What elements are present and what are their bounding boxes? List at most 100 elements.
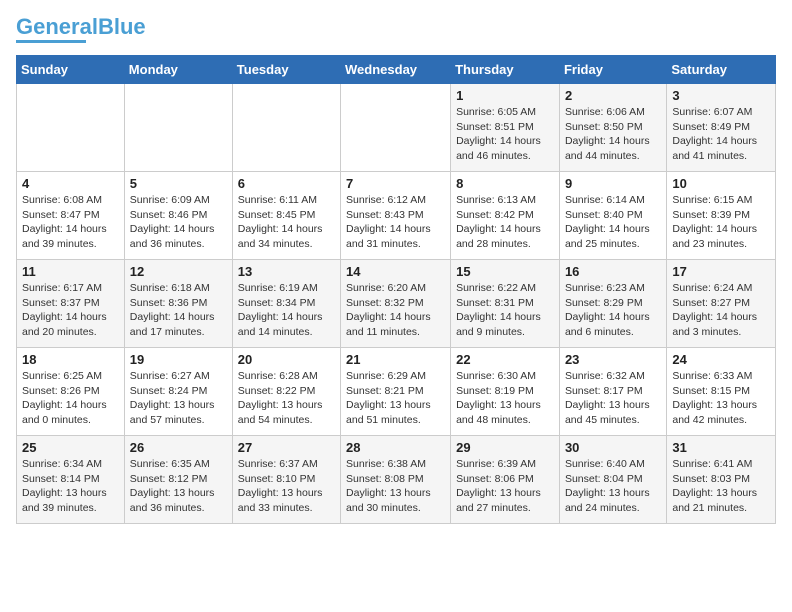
day-info: Sunrise: 6:40 AM Sunset: 8:04 PM Dayligh… [565, 457, 661, 516]
day-number: 20 [238, 352, 335, 367]
calendar-cell: 26Sunrise: 6:35 AM Sunset: 8:12 PM Dayli… [124, 436, 232, 524]
day-info: Sunrise: 6:11 AM Sunset: 8:45 PM Dayligh… [238, 193, 335, 252]
calendar-cell [124, 84, 232, 172]
calendar-cell: 1 Sunrise: 6:05 AM Sunset: 8:51 PM Daylig… [451, 84, 560, 172]
day-info: Sunrise: 6:37 AM Sunset: 8:10 PM Dayligh… [238, 457, 335, 516]
day-info: Sunrise: 6:09 AM Sunset: 8:46 PM Dayligh… [130, 193, 227, 252]
calendar-cell: 24 Sunrise: 6:33 AM Sunset: 8:15 PM Dayli… [667, 348, 776, 436]
week-row-1: 1 Sunrise: 6:05 AM Sunset: 8:51 PM Daylig… [17, 84, 776, 172]
day-info: Sunrise: 6:14 AM Sunset: 8:40 PM Dayligh… [565, 193, 661, 252]
calendar-cell: 27 Sunrise: 6:37 AM Sunset: 8:10 PM Dayli… [232, 436, 340, 524]
day-number: 2 [565, 88, 661, 103]
calendar-cell: 19 Sunrise: 6:27 AM Sunset: 8:24 PM Dayli… [124, 348, 232, 436]
day-number: 8 [456, 176, 554, 191]
calendar-cell: 21 Sunrise: 6:29 AM Sunset: 8:21 PM Dayli… [341, 348, 451, 436]
day-number: 7 [346, 176, 445, 191]
calendar-cell: 6Sunrise: 6:11 AM Sunset: 8:45 PM Daylig… [232, 172, 340, 260]
weekday-header-friday: Friday [559, 56, 666, 84]
day-number: 17 [672, 264, 770, 279]
calendar-cell [232, 84, 340, 172]
calendar-cell [17, 84, 125, 172]
day-info: Sunrise: 6:30 AM Sunset: 8:19 PM Dayligh… [456, 369, 554, 428]
calendar-cell [341, 84, 451, 172]
weekday-header-tuesday: Tuesday [232, 56, 340, 84]
calendar-cell: 7Sunrise: 6:12 AM Sunset: 8:43 PM Daylig… [341, 172, 451, 260]
calendar-cell: 17 Sunrise: 6:24 AM Sunset: 8:27 PM Dayli… [667, 260, 776, 348]
day-number: 3 [672, 88, 770, 103]
weekday-header-row: SundayMondayTuesdayWednesdayThursdayFrid… [17, 56, 776, 84]
day-info: Sunrise: 6:18 AM Sunset: 8:36 PM Dayligh… [130, 281, 227, 340]
calendar-cell: 14Sunrise: 6:20 AM Sunset: 8:32 PM Dayli… [341, 260, 451, 348]
day-number: 16 [565, 264, 661, 279]
day-info: Sunrise: 6:05 AM Sunset: 8:51 PM Dayligh… [456, 105, 554, 164]
day-info: Sunrise: 6:32 AM Sunset: 8:17 PM Dayligh… [565, 369, 661, 428]
day-info: Sunrise: 6:22 AM Sunset: 8:31 PM Dayligh… [456, 281, 554, 340]
day-number: 1 [456, 88, 554, 103]
weekday-header-sunday: Sunday [17, 56, 125, 84]
calendar-cell: 28 Sunrise: 6:38 AM Sunset: 8:08 PM Dayli… [341, 436, 451, 524]
calendar-cell: 11 Sunrise: 6:17 AM Sunset: 8:37 PM Dayli… [17, 260, 125, 348]
calendar-cell: 18 Sunrise: 6:25 AM Sunset: 8:26 PM Dayli… [17, 348, 125, 436]
calendar-cell: 2 Sunrise: 6:06 AM Sunset: 8:50 PM Daylig… [559, 84, 666, 172]
weekday-header-monday: Monday [124, 56, 232, 84]
day-info: Sunrise: 6:38 AM Sunset: 8:08 PM Dayligh… [346, 457, 445, 516]
calendar-cell: 12Sunrise: 6:18 AM Sunset: 8:36 PM Dayli… [124, 260, 232, 348]
day-number: 27 [238, 440, 335, 455]
logo-text: GeneralBlue [16, 16, 146, 38]
day-number: 23 [565, 352, 661, 367]
day-number: 21 [346, 352, 445, 367]
day-number: 18 [22, 352, 119, 367]
day-number: 31 [672, 440, 770, 455]
day-info: Sunrise: 6:39 AM Sunset: 8:06 PM Dayligh… [456, 457, 554, 516]
day-info: Sunrise: 6:19 AM Sunset: 8:34 PM Dayligh… [238, 281, 335, 340]
day-info: Sunrise: 6:06 AM Sunset: 8:50 PM Dayligh… [565, 105, 661, 164]
weekday-header-wednesday: Wednesday [341, 56, 451, 84]
calendar-cell: 23 Sunrise: 6:32 AM Sunset: 8:17 PM Dayli… [559, 348, 666, 436]
weekday-header-thursday: Thursday [451, 56, 560, 84]
calendar-cell: 9 Sunrise: 6:14 AM Sunset: 8:40 PM Daylig… [559, 172, 666, 260]
day-number: 28 [346, 440, 445, 455]
day-info: Sunrise: 6:27 AM Sunset: 8:24 PM Dayligh… [130, 369, 227, 428]
week-row-4: 18 Sunrise: 6:25 AM Sunset: 8:26 PM Dayli… [17, 348, 776, 436]
day-info: Sunrise: 6:20 AM Sunset: 8:32 PM Dayligh… [346, 281, 445, 340]
logo-blue: Blue [98, 14, 146, 39]
logo-general: General [16, 14, 98, 39]
day-info: Sunrise: 6:24 AM Sunset: 8:27 PM Dayligh… [672, 281, 770, 340]
day-number: 5 [130, 176, 227, 191]
calendar-cell: 15 Sunrise: 6:22 AM Sunset: 8:31 PM Dayli… [451, 260, 560, 348]
logo: GeneralBlue [16, 16, 146, 43]
calendar-cell: 31 Sunrise: 6:41 AM Sunset: 8:03 PM Dayli… [667, 436, 776, 524]
calendar-cell: 30 Sunrise: 6:40 AM Sunset: 8:04 PM Dayli… [559, 436, 666, 524]
calendar-cell: 3 Sunrise: 6:07 AM Sunset: 8:49 PM Daylig… [667, 84, 776, 172]
header: GeneralBlue [16, 16, 776, 43]
day-info: Sunrise: 6:07 AM Sunset: 8:49 PM Dayligh… [672, 105, 770, 164]
day-number: 30 [565, 440, 661, 455]
week-row-5: 25 Sunrise: 6:34 AM Sunset: 8:14 PM Dayli… [17, 436, 776, 524]
day-info: Sunrise: 6:15 AM Sunset: 8:39 PM Dayligh… [672, 193, 770, 252]
day-number: 15 [456, 264, 554, 279]
calendar-cell: 10Sunrise: 6:15 AM Sunset: 8:39 PM Dayli… [667, 172, 776, 260]
day-number: 13 [238, 264, 335, 279]
day-info: Sunrise: 6:23 AM Sunset: 8:29 PM Dayligh… [565, 281, 661, 340]
day-info: Sunrise: 6:25 AM Sunset: 8:26 PM Dayligh… [22, 369, 119, 428]
day-number: 9 [565, 176, 661, 191]
day-number: 22 [456, 352, 554, 367]
day-number: 29 [456, 440, 554, 455]
week-row-3: 11 Sunrise: 6:17 AM Sunset: 8:37 PM Dayli… [17, 260, 776, 348]
day-info: Sunrise: 6:33 AM Sunset: 8:15 PM Dayligh… [672, 369, 770, 428]
calendar-cell: 13 Sunrise: 6:19 AM Sunset: 8:34 PM Dayli… [232, 260, 340, 348]
day-info: Sunrise: 6:41 AM Sunset: 8:03 PM Dayligh… [672, 457, 770, 516]
day-number: 11 [22, 264, 119, 279]
day-info: Sunrise: 6:34 AM Sunset: 8:14 PM Dayligh… [22, 457, 119, 516]
day-info: Sunrise: 6:13 AM Sunset: 8:42 PM Dayligh… [456, 193, 554, 252]
day-number: 25 [22, 440, 119, 455]
day-info: Sunrise: 6:08 AM Sunset: 8:47 PM Dayligh… [22, 193, 119, 252]
day-number: 19 [130, 352, 227, 367]
day-info: Sunrise: 6:28 AM Sunset: 8:22 PM Dayligh… [238, 369, 335, 428]
logo-underline [16, 40, 86, 43]
day-info: Sunrise: 6:29 AM Sunset: 8:21 PM Dayligh… [346, 369, 445, 428]
calendar-cell: 25 Sunrise: 6:34 AM Sunset: 8:14 PM Dayli… [17, 436, 125, 524]
calendar-cell: 22 Sunrise: 6:30 AM Sunset: 8:19 PM Dayli… [451, 348, 560, 436]
day-number: 24 [672, 352, 770, 367]
day-info: Sunrise: 6:17 AM Sunset: 8:37 PM Dayligh… [22, 281, 119, 340]
